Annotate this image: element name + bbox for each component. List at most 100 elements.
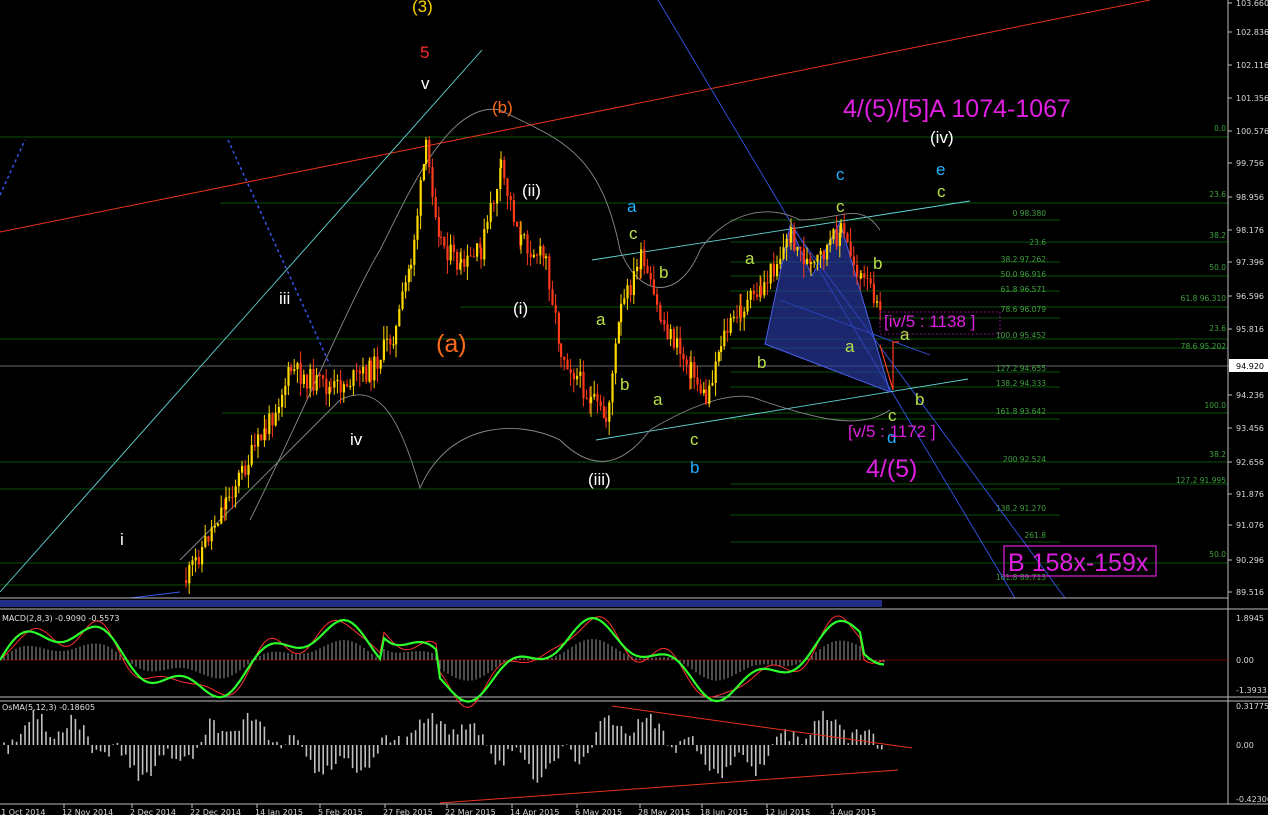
candle-body	[736, 316, 739, 318]
price-tick-label: 102.116	[1236, 61, 1268, 70]
price-tick-label: 95.816	[1236, 325, 1264, 334]
wave-label: c	[836, 197, 845, 216]
candle-body	[446, 246, 449, 261]
candle-body	[306, 374, 309, 389]
candle-body	[623, 298, 626, 304]
price-tick-label: 98.956	[1236, 193, 1264, 202]
candle-body	[228, 496, 231, 498]
price-tick-label: 103.660	[1236, 0, 1268, 8]
candle-body	[265, 428, 268, 434]
candle-body	[866, 277, 869, 279]
fib-label: 50.0	[1209, 550, 1226, 559]
candle-body	[382, 339, 385, 360]
candle-body	[425, 139, 428, 165]
price-tick-label: 97.396	[1236, 258, 1264, 267]
candle-body	[572, 372, 575, 380]
wave-label: (a)	[436, 330, 467, 358]
candle-body	[599, 401, 602, 407]
candle-body	[463, 259, 466, 267]
price-tick-label: 93.456	[1236, 424, 1264, 433]
candle-body	[241, 465, 244, 473]
candle-body	[322, 375, 325, 379]
forex-chart[interactable]: 0.023.60 98.38038.223.638.2 97.26250.050…	[0, 0, 1268, 815]
wave-label: 4/(5)/[5]A 1074-1067	[843, 95, 1071, 123]
wave-label: c	[836, 165, 845, 184]
candle-body	[711, 382, 714, 386]
candle-body	[422, 164, 425, 181]
candle-body	[398, 309, 401, 326]
candle-body	[760, 286, 763, 296]
candle-body	[542, 246, 545, 259]
candle-body	[702, 389, 705, 393]
date-tick-label: 11 Oct 2014	[0, 808, 45, 815]
candle-body	[822, 251, 825, 260]
candle-body	[769, 263, 772, 284]
candle-body	[443, 236, 446, 247]
candle-body	[551, 289, 554, 306]
candle-body	[469, 255, 472, 257]
candle-body	[632, 271, 635, 295]
candle-body	[386, 338, 389, 340]
candle-body	[732, 316, 735, 318]
candle-body	[799, 247, 802, 249]
wave-label: iii	[279, 289, 290, 308]
candle-body	[576, 375, 579, 380]
date-tick-label: 5 Feb 2015	[318, 808, 363, 815]
candle-body	[726, 330, 729, 333]
candle-body	[813, 261, 816, 263]
candle-body	[244, 465, 247, 475]
candle-body	[503, 159, 506, 179]
candle-body	[548, 256, 551, 290]
candle-body	[452, 244, 455, 252]
candle-body	[260, 434, 263, 441]
fib-label: 38.2	[1209, 450, 1226, 459]
candle-body	[419, 180, 422, 216]
wave-label: b	[690, 458, 699, 477]
candle-body	[617, 322, 620, 344]
candle-body	[608, 402, 611, 422]
fib-label: 23.6	[1029, 238, 1046, 247]
candle-body	[832, 229, 835, 240]
date-tick-label: 14 Jan 2015	[255, 808, 303, 815]
candle-body	[829, 239, 832, 246]
candle-body	[355, 370, 358, 372]
candle-body	[330, 386, 333, 388]
wave-label: (b)	[492, 98, 513, 117]
fib-label: 100.0 95.452	[996, 331, 1046, 340]
candle-body	[860, 273, 863, 279]
candle-body	[708, 385, 711, 404]
candle-body	[197, 557, 200, 565]
candle-body	[512, 200, 515, 222]
osma-tick: 0.31775	[1236, 702, 1268, 711]
candle-body	[407, 268, 410, 283]
candle-body	[620, 303, 623, 323]
candle-body	[705, 389, 708, 404]
wave-label: (iii)	[588, 470, 611, 489]
candle-body	[299, 363, 302, 384]
candle-body	[526, 234, 529, 254]
price-tick-label: 91.876	[1236, 490, 1264, 499]
fib-label: 127.2 91.995	[1176, 476, 1226, 485]
candle-body	[506, 178, 509, 196]
fib-label: 200 92.524	[1003, 455, 1046, 464]
candle-body	[312, 368, 315, 391]
wave-label: a	[596, 310, 606, 329]
candle-body	[492, 203, 495, 205]
price-tick-label: 96.596	[1236, 292, 1264, 301]
macd-label: MACD(2,8,3) -0.9090 -0.5573	[2, 614, 119, 623]
candle-body	[846, 233, 849, 242]
candle-body	[271, 413, 274, 426]
price-tick-label: 101.356	[1236, 94, 1268, 103]
candle-body	[191, 560, 194, 565]
candle-body	[237, 472, 240, 487]
fib-label: 78.6 95.202	[1181, 342, 1227, 351]
candle-body	[796, 247, 799, 251]
wave-label: b	[659, 263, 668, 282]
candle-body	[802, 248, 805, 265]
candle-body	[362, 366, 365, 374]
candle-body	[611, 373, 614, 403]
fib-label: 50.0	[1209, 263, 1226, 272]
fib-label: 127.2 94.655	[996, 364, 1046, 373]
candle-body	[869, 278, 872, 284]
candle-body	[274, 412, 277, 426]
